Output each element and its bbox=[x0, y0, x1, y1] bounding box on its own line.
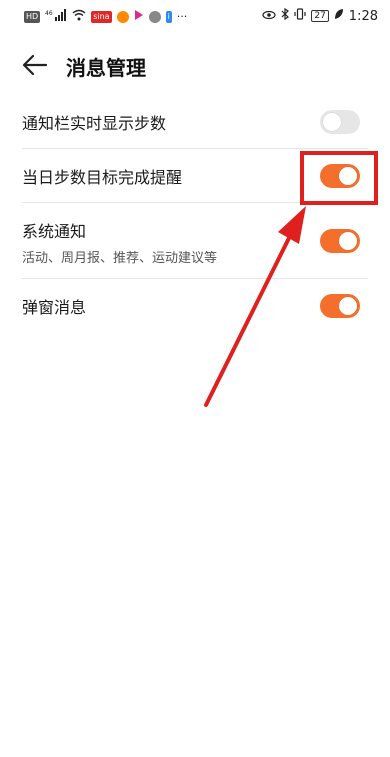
annotation-arrow-icon bbox=[204, 206, 306, 407]
